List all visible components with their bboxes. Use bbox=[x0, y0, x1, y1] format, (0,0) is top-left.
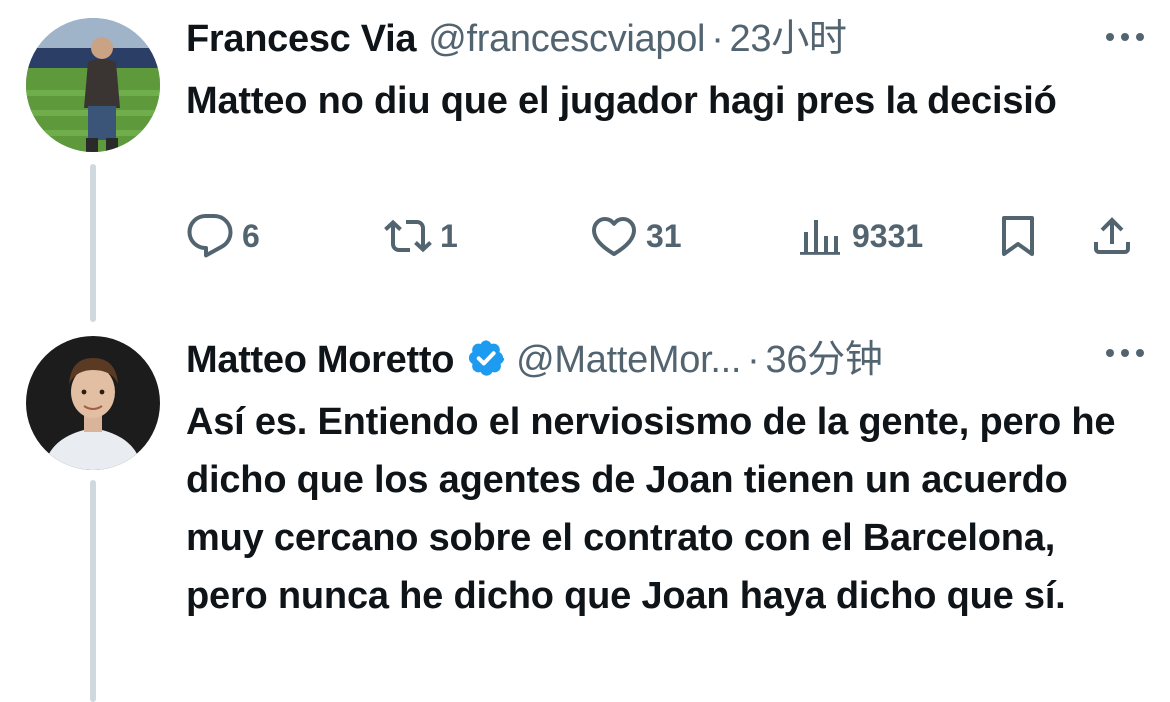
timestamp[interactable]: 23小时 bbox=[730, 16, 847, 62]
views-icon bbox=[800, 220, 840, 255]
reply-count: 6 bbox=[242, 217, 260, 254]
user-handle[interactable]: @MatteMor... bbox=[516, 337, 741, 383]
avatar-photo-stadium bbox=[26, 18, 160, 152]
separator-dot: · bbox=[747, 339, 760, 381]
tweet-text: Matteo no diu que el jugador hagi pres l… bbox=[186, 80, 1057, 122]
retweet-button[interactable]: 1 bbox=[384, 206, 458, 266]
avatar-photo-portrait bbox=[26, 336, 160, 470]
more-icon[interactable] bbox=[1104, 30, 1146, 44]
timestamp[interactable]: 36分钟 bbox=[766, 337, 883, 383]
tweet-thread: Francesc Via @francescviapol · 23小时 Matt… bbox=[0, 0, 1170, 702]
display-name[interactable]: Francesc Via bbox=[186, 16, 417, 62]
views-count: 9331 bbox=[852, 217, 924, 254]
tweet-header: Matteo Moretto @MatteMor... · 36分钟 bbox=[186, 332, 1146, 383]
tweet-actions-bar: 6 1 31 9331 bbox=[186, 206, 1146, 266]
retweet-count: 1 bbox=[440, 217, 458, 254]
more-icon[interactable] bbox=[1104, 346, 1146, 360]
thread-connector-line bbox=[90, 164, 96, 322]
retweet-icon bbox=[384, 219, 432, 253]
verified-badge-icon[interactable] bbox=[466, 338, 506, 378]
avatar[interactable] bbox=[26, 336, 160, 470]
views-button[interactable]: 9331 bbox=[796, 206, 923, 266]
tweet[interactable]: Matteo Moretto @MatteMor... · 36分钟 Así e… bbox=[186, 332, 1146, 625]
reply-icon bbox=[187, 214, 233, 258]
like-button[interactable]: 31 bbox=[590, 206, 682, 266]
reply-button[interactable]: 6 bbox=[186, 206, 260, 266]
user-handle[interactable]: @francescviapol bbox=[428, 16, 705, 62]
tweet-header: Francesc Via @francescviapol · 23小时 bbox=[186, 16, 1146, 62]
display-name[interactable]: Matteo Moretto bbox=[186, 337, 454, 383]
avatar[interactable] bbox=[26, 18, 160, 152]
tweet[interactable]: Francesc Via @francescviapol · 23小时 Matt… bbox=[186, 16, 1146, 130]
thread-connector-line bbox=[90, 480, 96, 702]
heart-icon bbox=[592, 217, 636, 256]
share-button[interactable] bbox=[1088, 206, 1136, 266]
bookmark-button[interactable] bbox=[994, 206, 1042, 266]
tweet-text: Así es. Entiendo el nerviosismo de la ge… bbox=[186, 401, 1116, 617]
share-icon bbox=[1094, 217, 1130, 254]
separator-dot: · bbox=[711, 18, 724, 60]
bookmark-icon bbox=[1002, 216, 1034, 256]
like-count: 31 bbox=[646, 217, 682, 254]
